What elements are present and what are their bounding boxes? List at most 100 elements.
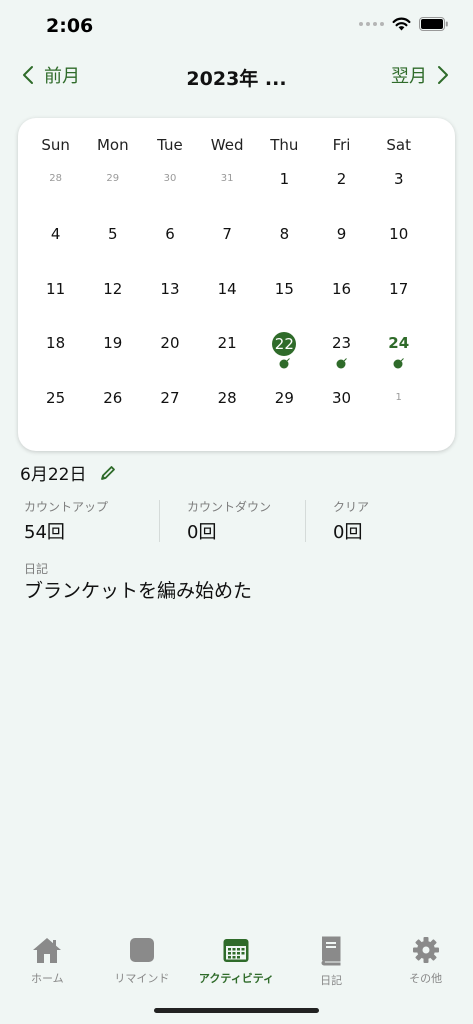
day-number: 7	[222, 225, 232, 243]
status-time: 2:06	[46, 15, 94, 37]
day-number: 21	[217, 334, 237, 352]
day-number: 27	[160, 389, 180, 407]
day-number: 26	[103, 389, 123, 407]
home-indicator	[154, 1008, 319, 1013]
calendar-day[interactable]: 23	[313, 326, 370, 369]
calendar-day-selected[interactable]: 22	[256, 326, 313, 369]
selected-date-row: 6月22日	[20, 460, 116, 485]
calendar-day[interactable]: 9	[313, 217, 370, 251]
weekday-label: Sun	[41, 136, 70, 154]
calendar-day[interactable]: 26	[84, 381, 141, 415]
day-number: 13	[160, 280, 180, 298]
day-number: 30	[331, 389, 352, 407]
tab-home[interactable]: ホーム	[2, 928, 92, 998]
day-number: 15	[274, 280, 294, 298]
calendar-day[interactable]: 17	[370, 272, 427, 306]
divider	[159, 500, 160, 542]
calendar-day[interactable]: 30	[141, 162, 198, 196]
weekday-header: Sun Mon Tue Wed Thu Fri Sat	[18, 136, 455, 154]
weekday-label: Mon	[96, 136, 129, 154]
day-number: 31	[220, 173, 234, 184]
calendar-day[interactable]: 28	[199, 381, 256, 415]
pencil-icon[interactable]	[100, 465, 116, 481]
tab-label: リマインド	[114, 972, 170, 985]
book-icon	[321, 936, 341, 966]
day-number: 14	[217, 280, 237, 298]
clear-stat: クリア 0回	[333, 498, 369, 544]
diary-text: ブランケットを編み始めた	[24, 580, 253, 602]
weekday-label: Thu	[270, 136, 299, 154]
day-number: 1	[395, 392, 402, 403]
remind-icon	[129, 938, 154, 962]
calendar-day[interactable]: 18	[27, 326, 84, 360]
battery-icon	[419, 17, 448, 31]
day-number: 24	[388, 334, 410, 352]
calendar-day[interactable]: 21	[199, 326, 256, 360]
day-number: 17	[389, 280, 409, 298]
calendar-day[interactable]: 16	[313, 272, 370, 306]
calendar-day[interactable]: 10	[370, 217, 427, 251]
status-bar: 2:06	[0, 0, 473, 52]
calendar-day[interactable]: 11	[27, 272, 84, 306]
tab-other[interactable]: その他	[381, 928, 471, 998]
calendar-day[interactable]: 31	[199, 162, 256, 196]
weekday-label: Sat	[386, 136, 412, 154]
calendar-day[interactable]: 25	[27, 381, 84, 415]
knitting-yarn-icon	[279, 358, 290, 369]
weekday-label: Tue	[157, 136, 183, 154]
next-month-button[interactable]: 翌月	[391, 62, 449, 88]
calendar-day[interactable]: 5	[84, 217, 141, 251]
day-number: 12	[103, 280, 123, 298]
chevron-right-icon	[438, 66, 448, 84]
day-number: 28	[49, 173, 62, 184]
day-number: 23	[331, 334, 352, 352]
weekday-label: Wed	[210, 136, 244, 154]
calendar-day[interactable]: 19	[84, 326, 141, 360]
calendar-day[interactable]: 6	[141, 217, 198, 251]
calendar-day[interactable]: 29	[256, 381, 313, 415]
tab-label: アクティビティ	[198, 972, 275, 985]
calendar-day[interactable]: 3	[370, 162, 427, 196]
knitting-yarn-icon	[393, 358, 405, 369]
signal-icon	[359, 22, 384, 26]
day-number: 6	[165, 225, 175, 243]
stat-label: カウントアップ	[24, 500, 109, 514]
day-number: 3	[393, 170, 404, 188]
calendar-day[interactable]: 30	[313, 381, 370, 415]
selected-day-circle: 22	[272, 331, 297, 356]
stat-value: 54回	[24, 522, 65, 543]
diary-label: 日記	[24, 562, 49, 576]
day-number: 9	[336, 225, 347, 243]
day-number: 4	[50, 225, 61, 243]
count-down-stat: カウントダウン 0回	[187, 498, 271, 544]
count-up-stat: カウントアップ 54回	[24, 498, 108, 544]
day-number: 16	[331, 280, 352, 298]
day-number: 19	[103, 334, 123, 352]
divider	[305, 500, 306, 542]
nav-bar: 前月 2023年 ... 翌月	[0, 56, 473, 96]
day-number: 29	[106, 173, 120, 184]
calendar-day[interactable]: 27	[141, 381, 198, 415]
calendar-day-today[interactable]: 24	[370, 326, 427, 369]
calendar-day[interactable]: 29	[84, 162, 141, 196]
calendar-day[interactable]: 28	[27, 162, 84, 196]
tab-activity[interactable]: アクティビティ	[191, 928, 281, 998]
calendar-day[interactable]: 12	[84, 272, 141, 306]
calendar-day[interactable]: 15	[256, 272, 313, 306]
calendar-week: 11 12 13 14 15 16 17	[27, 272, 428, 306]
tab-diary[interactable]: 日記	[286, 928, 376, 998]
weekday-label: Fri	[332, 136, 351, 154]
day-number: 10	[389, 225, 409, 243]
calendar-day[interactable]: 1	[370, 381, 427, 415]
tab-remind[interactable]: リマインド	[97, 928, 187, 998]
tab-label: その他	[409, 972, 443, 985]
calendar-day[interactable]: 4	[27, 217, 84, 251]
calendar-day[interactable]: 7	[199, 217, 256, 251]
calendar-day[interactable]: 13	[141, 272, 198, 306]
calendar-day[interactable]: 2	[313, 162, 370, 196]
calendar-day[interactable]: 20	[141, 326, 198, 360]
status-icons	[359, 17, 449, 31]
calendar-day[interactable]: 1	[256, 162, 313, 196]
calendar-day[interactable]: 8	[256, 217, 313, 251]
calendar-day[interactable]: 14	[199, 272, 256, 306]
